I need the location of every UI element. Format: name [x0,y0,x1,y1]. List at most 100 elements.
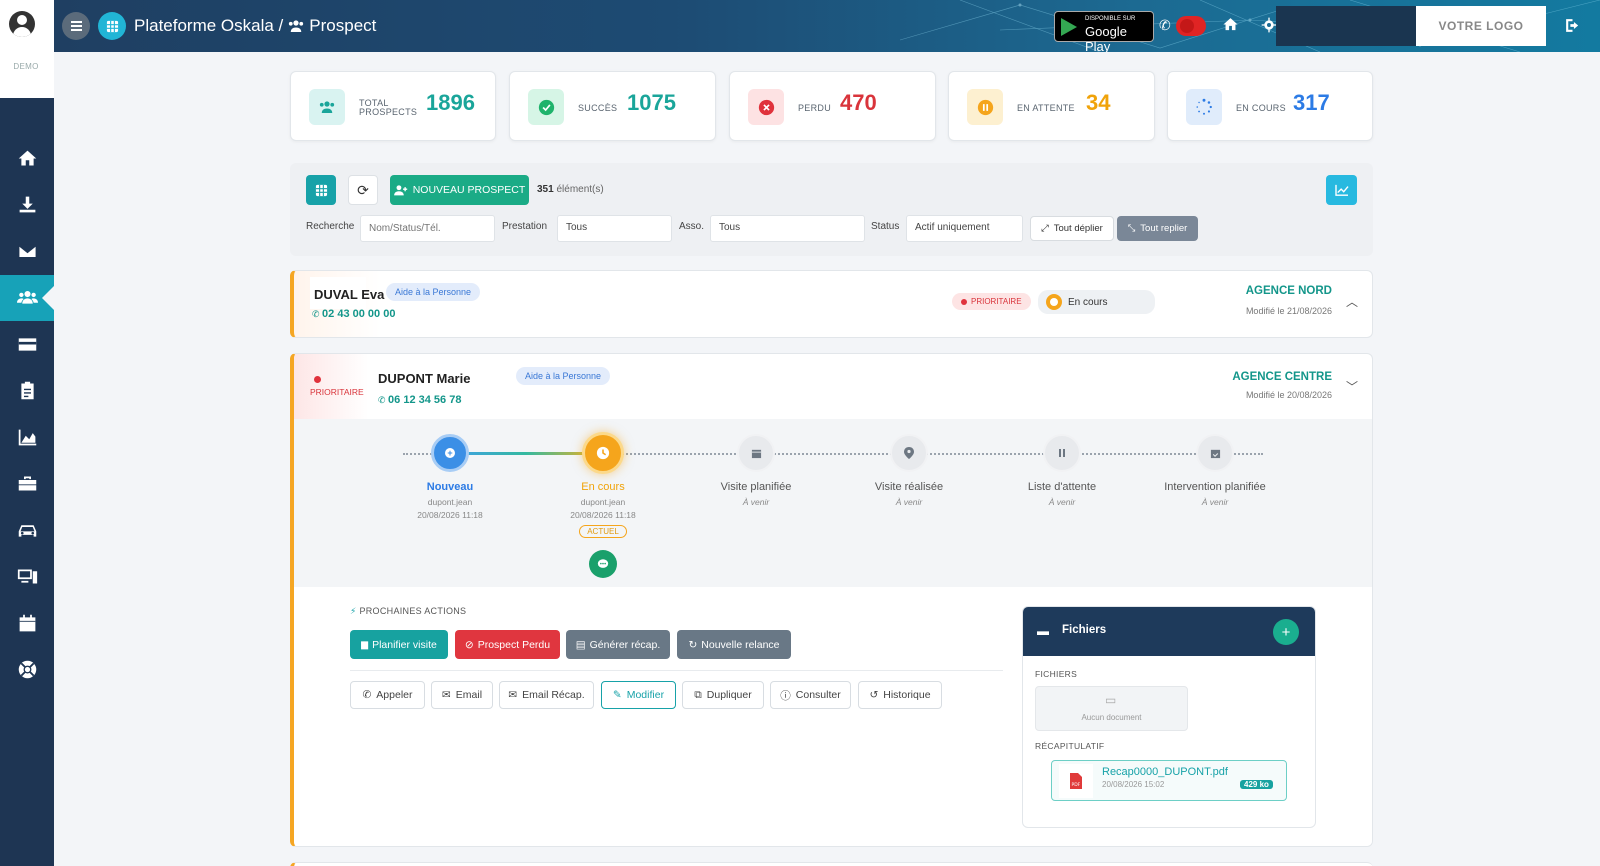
users-icon [16,291,38,304]
agency-name: AGENCE NORD [1245,285,1332,297]
check-circle-icon [528,89,564,125]
chart-view-button[interactable] [1326,175,1357,205]
prospect-phone[interactable]: ✆ 06 12 34 56 78 [378,394,461,406]
email-recap-button[interactable]: ✉ Email Récap. [499,681,594,709]
home-icon [18,150,36,166]
prestation-select[interactable]: Tous [557,215,672,242]
stat-value: 470 [840,90,877,115]
google-play-icon [1061,18,1077,36]
sidebar-item-mail[interactable] [0,228,54,275]
stat-card-waiting: EN ATTENTE 34 [948,71,1155,141]
comment-icon [597,559,609,568]
phone-toggle[interactable] [1176,16,1206,36]
sidebar-item-toolbox[interactable] [0,461,54,508]
download-icon [19,196,35,213]
phone-icon: ✆ [378,395,389,405]
avatar[interactable] [9,11,35,37]
history-button[interactable]: ↺ Historique [858,681,942,709]
pdf-icon: PDF [1059,764,1093,798]
chevron-down-icon[interactable]: ﹀ [1346,378,1358,395]
calendar-icon [737,434,775,472]
prospect-phone[interactable]: ✆ 02 43 00 00 00 [312,308,395,320]
pause-icon [1043,434,1081,472]
file-icon: ▤ [575,638,586,651]
collapse-icon: ⤡ [1127,223,1136,234]
prospect-lost-button[interactable]: ⊘ Prospect Perdu [455,630,560,659]
new-prospect-button[interactable]: NOUVEAU PROSPECT [390,175,529,205]
new-reminder-button[interactable]: ↻ Nouvelle relance [677,630,791,659]
logout-icon[interactable] [1564,17,1581,37]
stat-value: 317 [1293,90,1330,115]
envelope-icon: ✉ [441,689,451,701]
prospect-lost-label: Prospect Perdu [477,638,551,651]
sidebar-item-car[interactable] [0,507,54,554]
email-recap-label: Email Récap. [522,689,585,701]
stat-label: EN COURS [1236,103,1286,113]
view-button[interactable]: ⓘ Consulter [770,681,851,709]
comment-button[interactable] [589,550,617,578]
status-badge: En cours [1038,290,1155,314]
email-button[interactable]: ✉ Email [431,681,493,709]
collapse-all-label: Tout replier [1140,223,1188,234]
ban-icon: ⊘ [464,638,474,651]
sidebar-item-home[interactable] [0,135,54,182]
line-chart-icon [1334,184,1349,196]
sidebar-item-support[interactable] [0,647,54,694]
prospect-card[interactable]: DUVAL Eva Aide à la Personne ✆ 02 43 00 … [290,270,1373,338]
gear-icon[interactable] [1261,17,1277,36]
refresh-button[interactable]: ⟳ [348,175,378,205]
info-icon: ⓘ [780,689,791,702]
prospect-name: DUVAL Eva [314,287,385,302]
sidebar-item-card[interactable] [0,321,54,368]
step-details: À venir [1048,497,1076,507]
collapse-all-button[interactable]: ⤡ Tout replier [1117,216,1198,241]
menu-toggle-button[interactable] [62,12,90,40]
demo-label: DEMO [13,62,39,71]
google-play-badge[interactable]: DISPONIBLE SUR Google Play [1054,11,1154,52]
timeline-step-visite-planifiee: Visite planifiée À venir [686,434,826,509]
sidebar-item-clipboard[interactable] [0,368,54,415]
search-input[interactable] [360,215,495,242]
duplicate-button[interactable]: ⧉ Dupliquer [682,681,764,709]
calendar-icon: ▆ [361,639,369,649]
expand-all-button[interactable]: ⤢ Tout déplier [1030,216,1114,241]
generate-recap-label: Générer récap. [589,638,661,651]
table-view-button[interactable] [306,175,336,205]
step-details: À venir [895,497,923,507]
plan-visit-button[interactable]: ▆ Planifier visite [350,630,448,659]
recap-file-date: 20/08/2026 15:02 [1102,780,1165,789]
sidebar-item-download[interactable] [0,182,54,229]
generate-recap-button[interactable]: ▤ Générer récap. [566,630,670,659]
priority-label: PRIORITAIRE [310,387,364,397]
asso-label: Asso. [679,221,705,232]
step-details: À venir [742,497,770,507]
stat-label: PERDU [798,103,832,113]
new-prospect-label: NOUVEAU PROSPECT [412,184,526,196]
asso-select[interactable]: Tous [710,215,865,242]
user-panel: DEMO [0,0,54,108]
step-name: Nouveau [426,481,474,493]
status-label: En cours [1068,296,1108,308]
history-label: Historique [883,689,931,701]
status-select[interactable]: Actif uniquement [906,215,1023,242]
count-value: 351 [537,184,554,195]
edit-button[interactable]: ✎ Modifier [601,681,676,709]
phone-icon[interactable]: ✆ [1159,17,1171,34]
stat-card-lost: PERDU 470 [729,71,936,141]
current-badge: ACTUEL [579,525,627,538]
sidebar-nav [0,135,54,693]
files-label: FICHIERS [1035,669,1078,679]
call-button[interactable]: ✆ Appeler [350,681,425,709]
home-icon[interactable] [1222,16,1239,36]
sidebar-item-devices[interactable] [0,554,54,601]
chevron-up-icon[interactable]: ︿ [1346,293,1358,310]
add-file-button[interactable]: + [1273,619,1299,645]
new-reminder-label: Nouvelle relance [701,638,780,651]
toolbox-icon [18,476,36,491]
agency-name: AGENCE CENTRE [1232,371,1332,383]
sidebar-item-chart-area[interactable] [0,414,54,461]
recap-file-name: Recap0000_DUPONT.pdf [1102,766,1228,778]
sidebar-item-users[interactable] [0,274,54,321]
phone-number: 02 43 00 00 00 [322,308,396,320]
sidebar-item-calendar[interactable] [0,600,54,647]
